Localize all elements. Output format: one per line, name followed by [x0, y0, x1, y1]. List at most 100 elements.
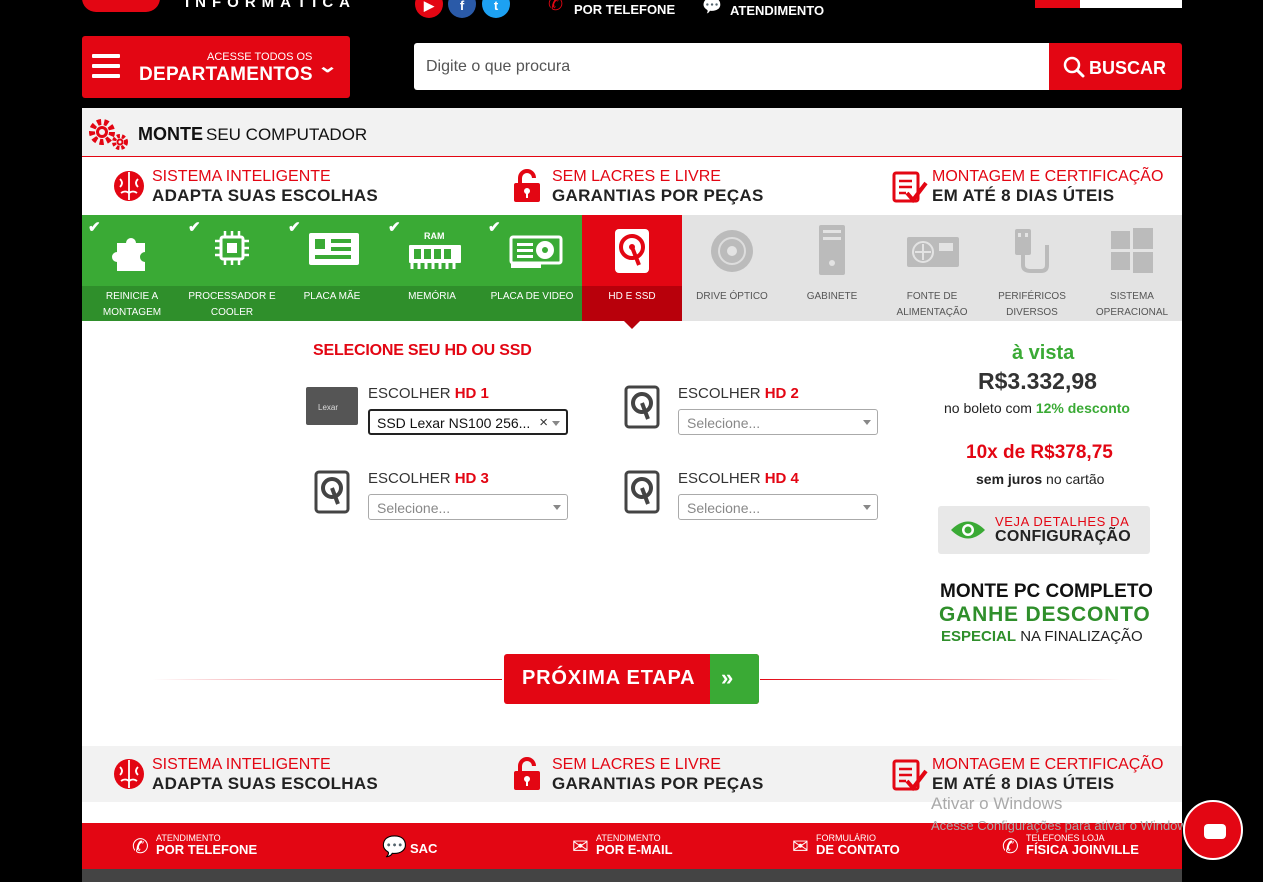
hd-number: HD 4 [764, 470, 799, 487]
check-icon: ✔ [388, 219, 401, 236]
step-label: PLACA DE VIDEO [490, 291, 574, 302]
search-input[interactable] [414, 43, 1050, 90]
check-icon: ✔ [488, 219, 501, 236]
promo3-green: ESPECIAL [941, 628, 1017, 645]
hd-1-select[interactable]: SSD Lexar NS100 256... × [368, 409, 568, 435]
choose-label: ESCOLHER [368, 385, 451, 402]
view-details-button[interactable]: VEJA DETALHES DA CONFIGURAÇÃO [938, 506, 1150, 554]
envelope-icon: ✉ [792, 836, 809, 858]
hard-drive-icon [314, 470, 350, 514]
hd-number: HD 2 [764, 385, 799, 402]
step-label: MEMÓRIA [408, 291, 456, 302]
step-gabinete[interactable]: GABINETE [782, 215, 882, 321]
hd-caption: ESCOLHER HD 3 [368, 470, 489, 487]
top-strip: INFORMÁTICA ▶ f t ✆ POR TELEFONE 💬 ATEND… [0, 0, 1263, 20]
search-button[interactable]: BUSCAR [1049, 43, 1182, 90]
ssd-brand: Lexar [318, 403, 338, 412]
chat-widget-button[interactable] [1183, 800, 1243, 860]
step-label-2: DIVERSOS [1006, 307, 1058, 318]
cpu-icon [215, 231, 249, 265]
step-label-2: COOLER [210, 307, 254, 318]
feature-line2: ADAPTA SUAS ESCOLHAS [152, 774, 379, 793]
cart-icon[interactable] [1035, 0, 1080, 8]
phone-icon: ✆ [132, 836, 149, 858]
installments: 10x de R$378,75 [966, 442, 1113, 463]
chevron-down-icon: ⌄ [316, 56, 339, 76]
logo[interactable] [82, 0, 160, 12]
hd-2-value: Selecione... [687, 415, 761, 431]
cash-label: à vista [1012, 342, 1075, 364]
step-reiniciar[interactable]: ✔ REINICIE A MONTAGEM [82, 215, 182, 321]
account-box[interactable] [1080, 0, 1182, 8]
step-fonte[interactable]: FONTE DE ALIMENTAÇÃO [882, 215, 982, 321]
boleto-discount: 12% desconto [1035, 400, 1130, 416]
check-icon: ✔ [188, 219, 201, 236]
builder-panel: MONTE SEU COMPUTADOR SISTEMA INTELIGENTE… [82, 108, 1182, 823]
gears-icon [89, 119, 128, 150]
caret-down-icon [863, 420, 871, 425]
step-processador[interactable]: ✔ PROCESSADOR E COOLER [182, 215, 282, 321]
choose-label: ESCOLHER [678, 470, 761, 487]
feature-line2: EM ATÉ 8 DIAS ÚTEIS [932, 774, 1115, 793]
step-hd-ssd[interactable]: HD E SSD [582, 215, 682, 329]
step-sistema[interactable]: SISTEMA OPERACIONAL [1082, 215, 1182, 321]
departments-label: DEPARTAMENTOS [139, 64, 313, 85]
hd-2-select[interactable]: Selecione... [678, 409, 878, 435]
step-placa-video[interactable]: ✔ PLACA DE VIDEO [482, 215, 582, 321]
step-placa-mae[interactable]: ✔ PLACA MÃE [282, 215, 382, 321]
motherboard-icon [309, 233, 359, 265]
hd-4-select[interactable]: Selecione... [678, 494, 878, 520]
feature-line1: MONTAGEM E CERTIFICAÇÃO [932, 168, 1164, 185]
step-perifericos[interactable]: PERIFÉRICOS DIVERSOS [982, 215, 1082, 321]
feature-line2: GARANTIAS POR PEÇAS [552, 774, 764, 793]
feature-line1: SISTEMA INTELIGENTE [152, 756, 331, 773]
feature-line2: GARANTIAS POR PEÇAS [552, 186, 764, 205]
youtube-icon[interactable]: ▶ [415, 0, 443, 18]
windows-icon [1111, 228, 1153, 273]
hd-caption: ESCOLHER HD 1 [368, 385, 489, 402]
build-steps: ✔ REINICIE A MONTAGEM ✔ PROCESSADOR E COOL… [82, 215, 1182, 329]
search-icon [1063, 56, 1085, 78]
hard-drive-icon [615, 229, 649, 273]
chat-icon: 💬 [702, 0, 722, 15]
hd-3-value: Selecione... [377, 500, 451, 516]
page-title: SEU COMPUTADOR [206, 125, 368, 144]
facebook-icon[interactable]: f [448, 0, 476, 18]
envelope-icon: ✉ [572, 836, 589, 858]
step-label: PERIFÉRICOS [998, 291, 1066, 302]
divider [760, 679, 1120, 680]
twitter-icon[interactable]: t [482, 0, 510, 18]
hd-3-select[interactable]: Selecione... [368, 494, 568, 520]
choose-label: ESCOLHER [678, 385, 761, 402]
step-memoria[interactable]: ✔ RAM MEMÓRIA [382, 215, 482, 321]
feature-line1: MONTAGEM E CERTIFICAÇÃO [932, 756, 1164, 773]
menu-icon [92, 54, 120, 84]
top-phone-link[interactable]: POR TELEFONE [574, 2, 675, 17]
step-label: PROCESSADOR E [188, 291, 276, 302]
top-atendimento-link[interactable]: ATENDIMENTO [730, 3, 824, 18]
hd-1-value: SSD Lexar NS100 256... [377, 415, 531, 431]
phone-icon: ✆ [1002, 836, 1019, 858]
departments-button[interactable]: ACESSE TODOS OS DEPARTAMENTOS ⌄ [82, 36, 350, 98]
checklist-icon [892, 759, 928, 792]
divider [152, 679, 502, 680]
promo3-rest: NA FINALIZAÇÃO [1020, 628, 1143, 645]
gpu-icon [509, 235, 563, 268]
hd-slot-2: ESCOLHER HD 2 Selecione... [614, 385, 884, 445]
step-label: REINICIE A [105, 291, 159, 302]
hd-caption: ESCOLHER HD 2 [678, 385, 799, 402]
footer-item-label: DE CONTATO [816, 842, 900, 857]
clear-icon[interactable]: × [539, 414, 548, 431]
hd-slot-1: Lexar ESCOLHER HD 1 SSD Lexar NS100 256.… [304, 385, 574, 445]
footer-item-label: POR TELEFONE [156, 842, 258, 857]
next-step-button[interactable]: PRÓXIMA ETAPA » [504, 654, 759, 704]
disc-icon [711, 230, 753, 272]
step-drive-optico[interactable]: DRIVE ÓPTICO [682, 215, 782, 321]
step-label: FONTE DE [906, 291, 958, 302]
boleto-note: no boleto com 12% desconto [944, 400, 1130, 416]
features-row: SISTEMA INTELIGENTE ADAPTA SUAS ESCOLHAS… [82, 158, 1182, 214]
feature-line1: SEM LACRES E LIVRE [552, 756, 721, 773]
lock-icon [514, 169, 540, 202]
feature-line2: EM ATÉ 8 DIAS ÚTEIS [932, 186, 1115, 205]
promo-line2: GANHE DESCONTO [939, 603, 1151, 626]
